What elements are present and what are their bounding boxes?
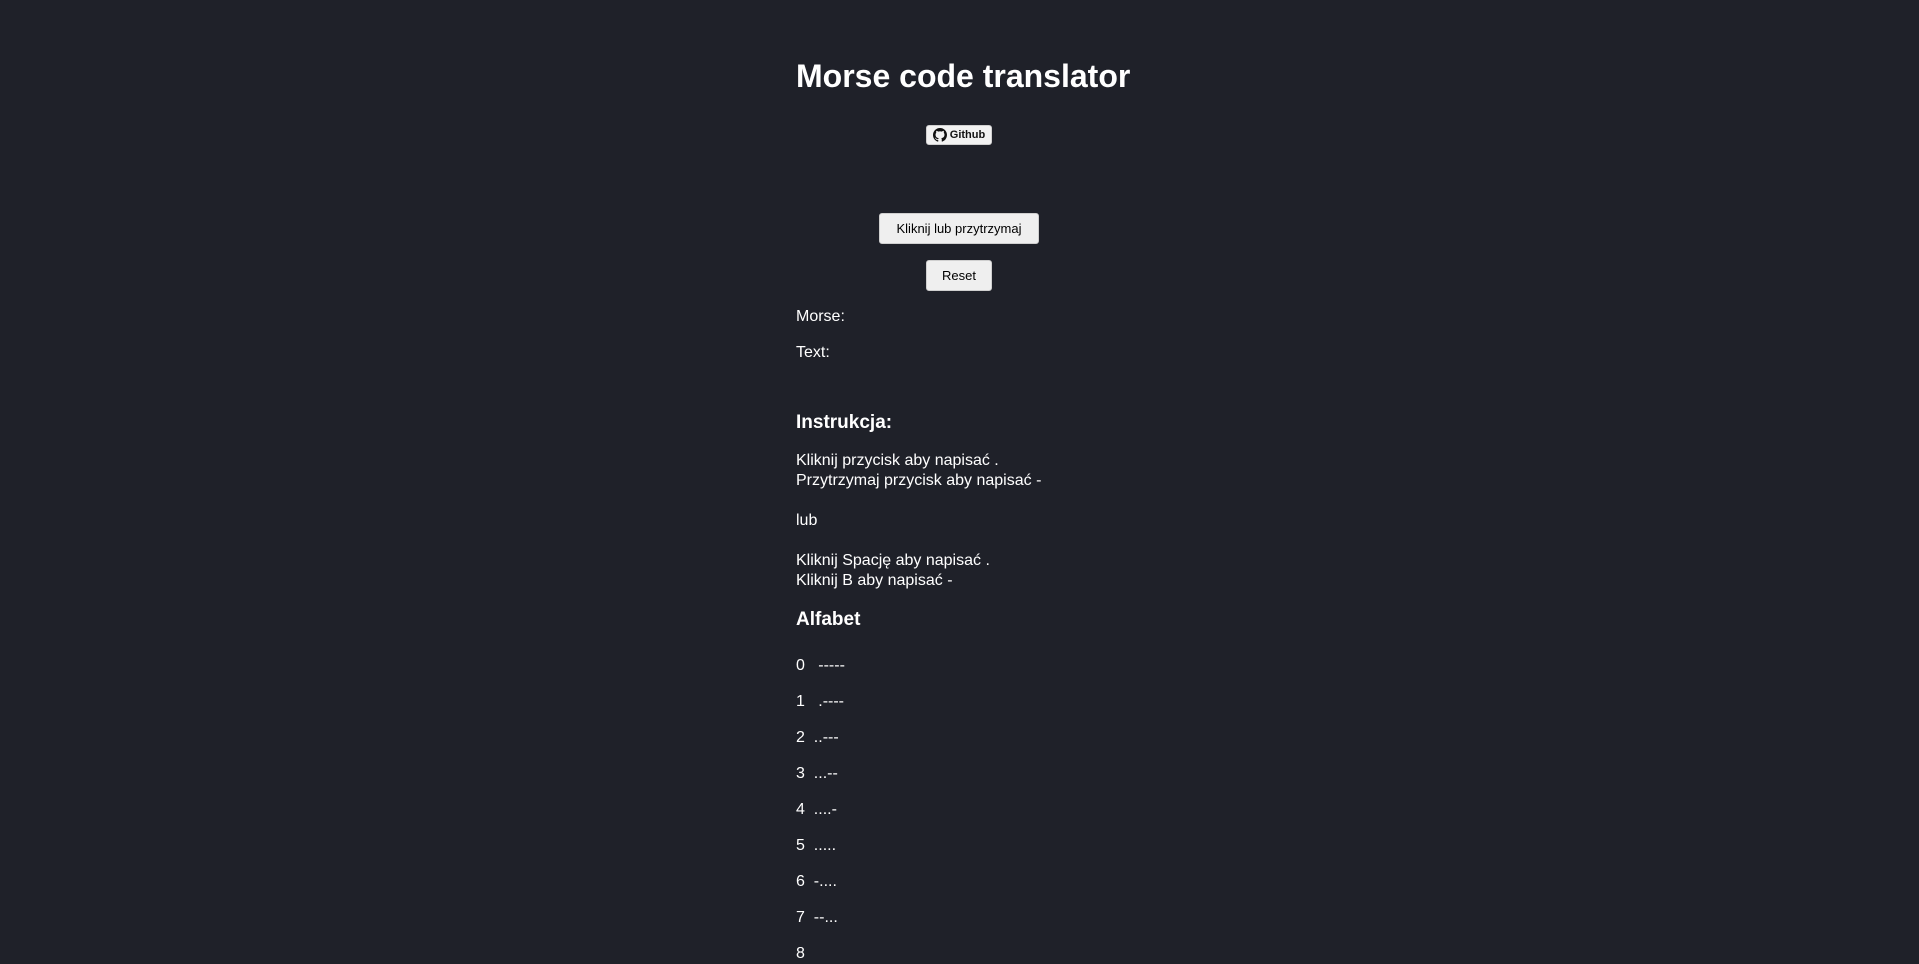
github-icon	[932, 128, 947, 142]
instruction-line: Kliknij B aby napisać -	[796, 572, 953, 589]
alphabet-row: 3 ...--	[796, 764, 838, 784]
alphabet-row: 7 --...	[796, 908, 838, 928]
alphabet-char: 0	[796, 657, 805, 674]
alphabet-code: --...	[813, 909, 838, 926]
morse-output: Morse:	[796, 307, 845, 327]
instructions-heading: Instrukcja:	[796, 412, 893, 433]
alphabet-char: 6	[796, 873, 805, 890]
alphabet-char: 5	[796, 837, 805, 854]
page-title: Morse code translator	[796, 58, 1131, 94]
alphabet-row: 6 -....	[796, 872, 837, 892]
alphabet-char: 4	[796, 801, 805, 818]
alphabet-code: .....	[813, 837, 837, 854]
alphabet-heading: Alfabet	[796, 609, 861, 630]
text-label: Text:	[796, 344, 830, 361]
instruction-line: Przytrzymaj przycisk aby napisać -	[796, 472, 1042, 489]
alphabet-row: 0 -----	[796, 656, 845, 676]
alphabet-row: 5 .....	[796, 836, 836, 856]
github-label: Github	[949, 129, 986, 141]
alphabet-code: ...--	[813, 765, 838, 782]
alphabet-code: ....-	[813, 801, 837, 818]
text-output: Text:	[796, 343, 830, 363]
github-button[interactable]: Github	[926, 125, 992, 145]
alphabet-char: 2	[796, 729, 805, 746]
alphabet-char: 7	[796, 909, 805, 926]
instruction-line: Kliknij przycisk aby napisać .	[796, 452, 999, 469]
instruction-line: Kliknij Spację aby napisać .	[796, 552, 990, 569]
alphabet-row: 8	[796, 944, 814, 964]
alphabet-code: -----	[818, 657, 845, 674]
morse-key-button[interactable]: Kliknij lub przytrzymaj	[879, 213, 1039, 244]
morse-label: Morse:	[796, 308, 845, 325]
alphabet-row: 2 ..---	[796, 728, 839, 748]
alphabet-code: -....	[813, 873, 837, 890]
instruction-line: lub	[796, 512, 818, 529]
alphabet-char: 3	[796, 765, 805, 782]
alphabet-char: 1	[796, 693, 805, 710]
alphabet-row: 4 ....-	[796, 800, 837, 820]
alphabet-char: 8	[796, 945, 805, 962]
alphabet-code: ..---	[813, 729, 839, 746]
alphabet-code: .----	[818, 693, 845, 710]
alphabet-row: 1 .----	[796, 692, 844, 712]
reset-button[interactable]: Reset	[926, 260, 992, 291]
